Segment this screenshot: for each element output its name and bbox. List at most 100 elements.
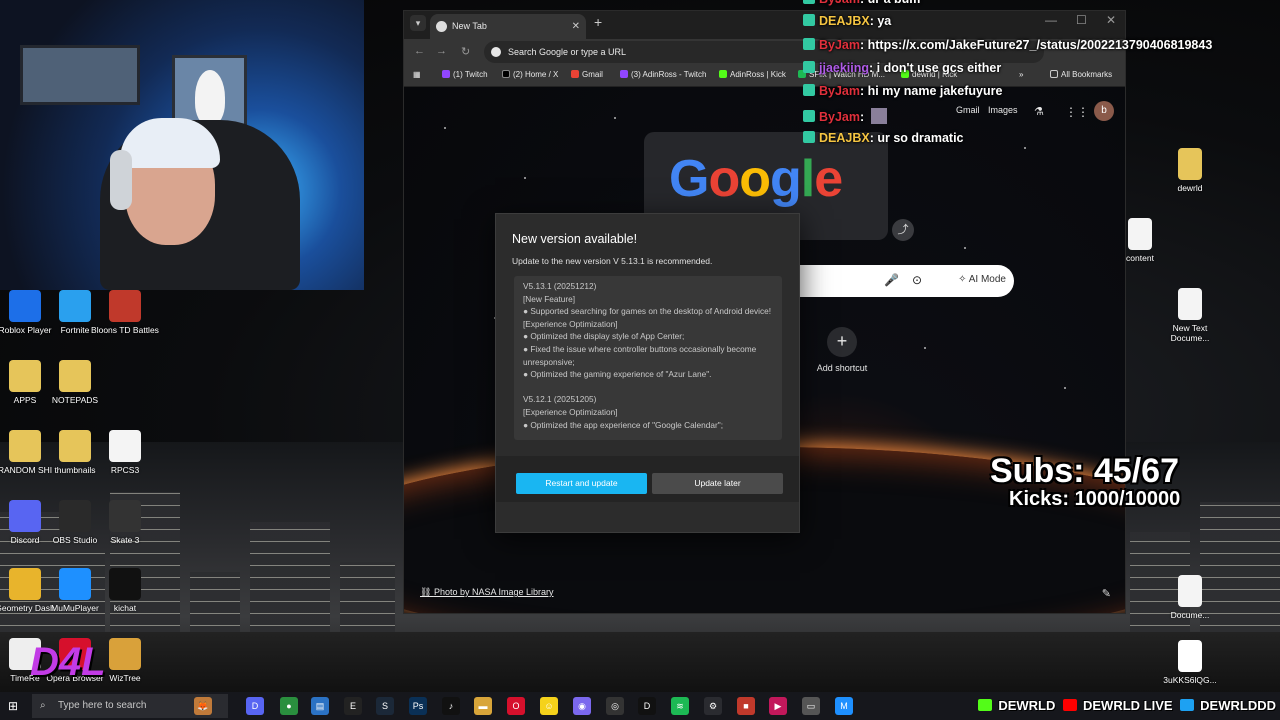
gmail-link[interactable]: Gmail <box>956 105 980 115</box>
desktop-icon[interactable]: Bloons TD Battles <box>90 290 160 335</box>
desktop-icon[interactable]: RPCS3 <box>90 430 160 475</box>
release-note-line: ● Optimized the display style of App Cen… <box>523 331 685 342</box>
lens-icon[interactable]: ⊙ <box>912 273 922 287</box>
tab-search-button[interactable]: ▾ <box>410 15 426 31</box>
release-note-line: [Experience Optimization] <box>523 406 618 417</box>
folder-taskbar-icon[interactable]: ▬ <box>474 697 492 715</box>
desktop-icon-label: 3uKKS6lQG... <box>1163 675 1217 685</box>
close-window-icon[interactable]: ✕ <box>1106 13 1116 27</box>
chat-text: : ya <box>869 14 892 28</box>
share-icon[interactable]: ⤴ <box>892 219 914 241</box>
chat-message: DEAJBX: ya <box>803 14 891 28</box>
mumu-taskbar-icon[interactable]: M <box>835 697 853 715</box>
desktop-icon[interactable]: Docume... <box>1155 575 1225 620</box>
capcut-taskbar-icon[interactable]: ▶ <box>769 697 787 715</box>
all-bookmarks[interactable]: All Bookmarks <box>1050 70 1112 79</box>
reload-icon[interactable]: ↻ <box>461 45 470 58</box>
customize-pencil-icon[interactable]: ✎ <box>1102 587 1111 600</box>
game-taskbar-icon[interactable]: ■ <box>737 697 755 715</box>
chat-text: : ur a bum <box>860 0 920 6</box>
add-shortcut-button[interactable]: + Add shortcut <box>812 327 872 373</box>
tab-title: New Tab <box>452 21 487 31</box>
epic-taskbar-icon[interactable]: E <box>344 697 362 715</box>
chat-username: DEAJBX <box>819 131 870 145</box>
chat-username: ByJam <box>819 110 860 124</box>
apps-icon[interactable]: ⋮⋮ <box>1065 105 1089 119</box>
file-icon <box>1128 218 1152 250</box>
windows-start-icon[interactable]: ⊞ <box>8 699 22 713</box>
photo-credit-link[interactable]: ⛓ Photo by NASA Image Library <box>420 587 554 598</box>
bookmark-adinross-twitch[interactable]: (3) AdinRoss - Twitch <box>620 70 706 79</box>
app-icon <box>59 568 91 600</box>
file-icon <box>1178 148 1202 180</box>
chat-message: ByJam: <box>803 108 887 124</box>
snapchat-taskbar-icon[interactable]: ☺ <box>540 697 558 715</box>
discord-taskbar-icon[interactable]: D <box>246 697 264 715</box>
desktop-icon[interactable]: NOTEPADS <box>40 360 110 405</box>
release-note-line: ● Fixed the issue where controller butto… <box>523 343 757 367</box>
chat-badge-icon <box>803 84 815 96</box>
app-icon <box>9 360 41 392</box>
tiktok-taskbar-icon[interactable]: ♪ <box>442 697 460 715</box>
opera-taskbar-icon[interactable]: O <box>507 697 525 715</box>
chat-emote-icon <box>870 108 887 124</box>
desktop-icon[interactable]: 3uKKS6lQG... <box>1155 640 1225 685</box>
app-taskbar-icon[interactable]: ◉ <box>573 697 591 715</box>
tab-new-tab[interactable]: New Tab ✕ <box>430 14 586 39</box>
close-tab-icon[interactable]: ✕ <box>572 14 580 39</box>
back-icon[interactable]: ← <box>414 45 425 57</box>
desktop-icon[interactable]: Skate 3 <box>90 500 160 545</box>
bookmark-adinross-kick[interactable]: AdinRoss | Kick <box>719 70 786 79</box>
more-bookmarks-icon[interactable]: » <box>1019 70 1023 79</box>
chat-message: DEAJBX: ur so dramatic <box>803 131 964 145</box>
release-note-line: ● Optimized the app experience of "Googl… <box>523 419 724 430</box>
desktop-icon-label: kichat <box>113 603 137 613</box>
obs-taskbar-icon[interactable]: ◎ <box>606 697 624 715</box>
desktop-icon[interactable]: dewrld <box>1155 148 1225 193</box>
bookmark-gmail[interactable]: Gmail <box>571 70 603 79</box>
forward-icon[interactable]: → <box>436 45 447 57</box>
desktop-icon-label: NOTEPADS <box>51 395 99 405</box>
restart-and-update-button[interactable]: Restart and update <box>516 473 647 494</box>
social-handles: DEWRLD DEWRLD LIVE DEWRLDDD <box>974 698 1276 713</box>
labs-icon[interactable]: ⚗ <box>1034 105 1044 118</box>
bookmark-x[interactable]: (2) Home / X <box>502 70 558 79</box>
avatar[interactable]: b <box>1094 101 1114 121</box>
youtube-handle: DEWRLD LIVE <box>1062 698 1173 713</box>
update-later-button[interactable]: Update later <box>652 473 783 494</box>
chrome-taskbar-icon[interactable]: ● <box>280 697 298 715</box>
chat-badge-icon <box>803 131 815 143</box>
bookmark-twitch[interactable]: (1) Twitch <box>442 70 488 79</box>
apps-grid-icon[interactable]: ▦ <box>413 70 421 79</box>
minimize-icon[interactable]: — <box>1045 13 1057 27</box>
mic-icon[interactable]: 🎤 <box>884 273 899 287</box>
release-note-line: [New Feature] <box>523 293 576 304</box>
kick-handle: DEWRLD <box>978 698 1055 713</box>
settings-taskbar-icon[interactable]: ⚙ <box>704 697 722 715</box>
release-note-line: ● Optimized the gaming experience of "Az… <box>523 369 712 380</box>
window-taskbar-icon[interactable]: ▭ <box>802 697 820 715</box>
release-notes[interactable]: V5.13.1 (20251212) [New Feature] ● Support… <box>514 276 782 440</box>
chat-message: ByJam: ur a bum <box>803 0 920 6</box>
store-taskbar-icon[interactable]: ▤ <box>311 697 329 715</box>
spotify-taskbar-icon[interactable]: ≋ <box>671 697 689 715</box>
update-dialog: New version available! Update to the new… <box>495 213 800 533</box>
new-tab-button[interactable]: + <box>594 14 602 30</box>
images-link[interactable]: Images <box>988 105 1018 115</box>
desktop-icon-label: dewrld <box>1177 183 1203 193</box>
app-icon <box>9 500 41 532</box>
desktop-icon-label: New Text Docume... <box>1170 323 1210 343</box>
app-icon <box>109 430 141 462</box>
desktop-icon[interactable]: New Text Docume... <box>1155 288 1225 343</box>
maximize-icon[interactable]: ☐ <box>1076 13 1087 27</box>
davinci-taskbar-icon[interactable]: D <box>638 697 656 715</box>
desktop-icon[interactable]: kichat <box>90 568 160 613</box>
chat-username: ByJam <box>819 0 860 6</box>
photoshop-taskbar-icon[interactable]: Ps <box>409 697 427 715</box>
google-doodle[interactable]: Google <box>669 149 843 209</box>
chat-text: : https://x.com/JakeFuture27_/status/200… <box>860 38 1213 52</box>
app-icon <box>59 500 91 532</box>
dialog-title: New version available! <box>512 232 638 246</box>
steam-taskbar-icon[interactable]: S <box>376 697 394 715</box>
ai-mode-button[interactable]: ✧ AI Mode <box>958 274 1006 285</box>
